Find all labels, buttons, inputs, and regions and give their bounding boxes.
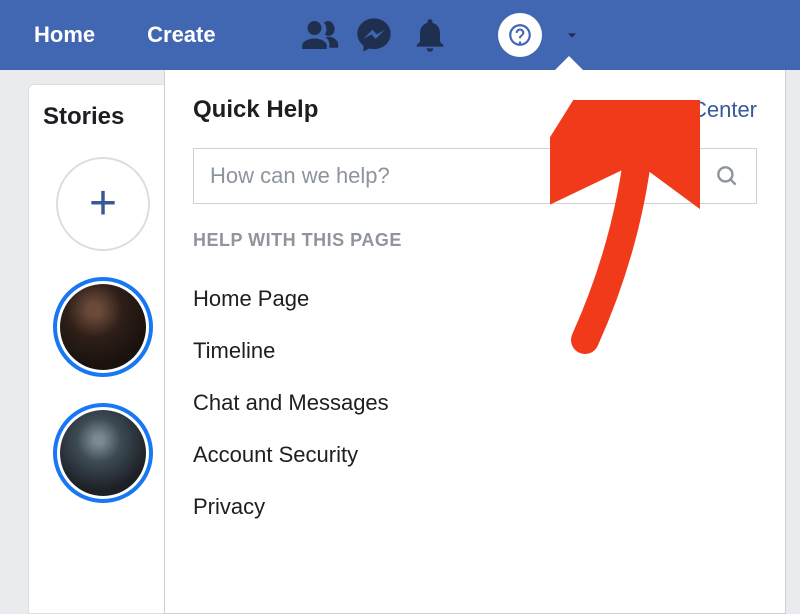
help-search-input[interactable]: [210, 163, 714, 189]
story-item[interactable]: [53, 277, 153, 377]
create-nav-link[interactable]: Create: [125, 22, 237, 48]
help-item-timeline[interactable]: Timeline: [193, 325, 757, 377]
search-icon: [714, 163, 740, 189]
top-nav-bar: Home Create: [0, 0, 800, 70]
help-item-privacy[interactable]: Privacy: [193, 481, 757, 533]
quick-help-title: Quick Help: [193, 96, 318, 124]
help-section-header: HELP WITH THIS PAGE: [193, 230, 757, 251]
help-item-chat-messages[interactable]: Chat and Messages: [193, 377, 757, 429]
help-item-account-security[interactable]: Account Security: [193, 429, 757, 481]
messenger-icon[interactable]: [350, 11, 398, 59]
help-item-home-page[interactable]: Home Page: [193, 273, 757, 325]
account-menu-caret[interactable]: [552, 11, 592, 59]
notifications-icon[interactable]: [406, 11, 454, 59]
home-nav-link[interactable]: Home: [12, 22, 117, 48]
dropdown-caret-icon: [555, 56, 583, 70]
help-button[interactable]: [496, 11, 544, 59]
avatar: [60, 410, 146, 496]
story-item[interactable]: [53, 403, 153, 503]
help-icon: [498, 13, 542, 57]
stories-title: Stories: [43, 103, 124, 131]
friend-requests-icon[interactable]: [294, 11, 342, 59]
help-search-box[interactable]: [193, 148, 757, 204]
avatar: [60, 284, 146, 370]
stories-panel: Stories +: [28, 84, 178, 614]
add-story-button[interactable]: +: [56, 157, 150, 251]
quick-help-dropdown: Quick Help Help Center HELP WITH THIS PA…: [164, 70, 786, 614]
help-center-link[interactable]: Help Center: [640, 97, 757, 123]
